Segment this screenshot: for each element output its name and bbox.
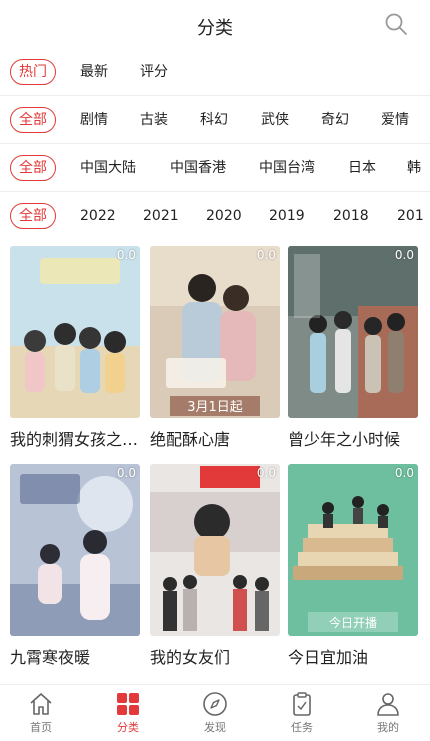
filter-panel: 热门 最新 评分 全部 剧情 古装 科幻 武侠 奇幻 爱情 全部 中国大陆 中国… xyxy=(0,48,430,238)
show-card[interactable]: 0.0 曾少年之小时候 xyxy=(288,246,418,450)
filter-option[interactable]: 日本 xyxy=(348,156,376,180)
filter-row-sort: 热门 最新 评分 xyxy=(0,48,430,96)
show-card[interactable]: 今日开播 0.0 今日宜加油 xyxy=(288,464,418,668)
tab-profile[interactable]: 我的 xyxy=(358,691,418,735)
show-poster[interactable]: 0.0 xyxy=(288,246,418,418)
filter-option[interactable]: 最新 xyxy=(80,60,108,84)
filter-option[interactable]: 全部 xyxy=(10,107,56,133)
show-title[interactable]: 九霄寒夜暖 xyxy=(10,644,140,668)
tab-label: 首页 xyxy=(30,721,52,734)
search-icon[interactable] xyxy=(384,12,408,36)
filter-option[interactable]: 全部 xyxy=(10,203,56,229)
compass-icon xyxy=(203,692,227,716)
bottom-tab-bar: 首页 分类 发现 任务 我的 xyxy=(0,684,430,741)
home-icon xyxy=(30,693,52,715)
show-title[interactable]: 今日宜加油 xyxy=(288,644,418,668)
filter-option[interactable]: 2021 xyxy=(143,204,179,228)
grid-icon xyxy=(117,693,139,715)
score-badge: 0.0 xyxy=(256,466,276,480)
filter-option[interactable]: 武侠 xyxy=(261,108,289,132)
filter-option[interactable]: 2022 xyxy=(80,204,116,228)
header-bar: 分类 xyxy=(0,0,430,52)
tab-home[interactable]: 首页 xyxy=(11,691,71,735)
filter-option[interactable]: 剧情 xyxy=(80,108,108,132)
person-icon xyxy=(377,693,399,716)
filter-option[interactable]: 2019 xyxy=(269,204,305,228)
filter-option[interactable]: 2018 xyxy=(333,204,369,228)
filter-option[interactable]: 科幻 xyxy=(200,108,228,132)
filter-row-year: 全部 2022 2021 2020 2019 2018 201 xyxy=(0,192,430,238)
filter-option[interactable]: 全部 xyxy=(10,155,56,181)
poster-overlay-text: 3月1日起 xyxy=(187,400,243,415)
show-title[interactable]: 曾少年之小时候 xyxy=(288,426,418,450)
score-badge: 0.0 xyxy=(256,248,276,262)
show-card[interactable]: 0.0 我的刺猬女孩之… xyxy=(10,246,140,450)
show-poster[interactable]: 0.0 xyxy=(150,464,280,636)
score-badge: 0.0 xyxy=(394,466,414,480)
score-badge: 0.0 xyxy=(394,248,414,262)
filter-option[interactable]: 奇幻 xyxy=(321,108,349,132)
tab-discover[interactable]: 发现 xyxy=(185,691,245,735)
poster-overlay-text: 今日开播 xyxy=(329,615,377,630)
show-card[interactable]: 0.0 九霄寒夜暖 xyxy=(10,464,140,668)
show-poster[interactable]: 0.0 xyxy=(10,464,140,636)
tab-tasks[interactable]: 任务 xyxy=(272,691,332,735)
score-badge: 0.0 xyxy=(116,466,136,480)
filter-option[interactable]: 201 xyxy=(397,204,424,228)
show-poster[interactable]: 今日开播 0.0 xyxy=(288,464,418,636)
tab-label: 任务 xyxy=(291,721,313,734)
tab-category[interactable]: 分类 xyxy=(98,691,158,735)
tab-label: 分类 xyxy=(117,721,139,734)
show-title[interactable]: 我的刺猬女孩之… xyxy=(10,426,140,450)
show-title[interactable]: 绝配酥心唐 xyxy=(150,426,280,450)
filter-row-genre: 全部 剧情 古装 科幻 武侠 奇幻 爱情 xyxy=(0,96,430,144)
clipboard-icon xyxy=(293,692,311,716)
show-card[interactable]: 3月1日起 0.0 绝配酥心唐 xyxy=(150,246,280,450)
show-poster[interactable]: 0.0 xyxy=(10,246,140,418)
score-badge: 0.0 xyxy=(116,248,136,262)
show-card[interactable]: 0.0 我的女友们 xyxy=(150,464,280,668)
filter-row-region: 全部 中国大陆 中国香港 中国台湾 日本 韩 xyxy=(0,144,430,192)
filter-option[interactable]: 中国香港 xyxy=(170,156,226,180)
filter-option[interactable]: 中国大陆 xyxy=(80,156,136,180)
show-poster[interactable]: 3月1日起 0.0 xyxy=(150,246,280,418)
filter-option[interactable]: 2020 xyxy=(206,204,242,228)
tab-label: 发现 xyxy=(204,721,226,734)
filter-option[interactable]: 评分 xyxy=(140,60,168,84)
filter-option[interactable]: 韩 xyxy=(407,156,421,180)
filter-option[interactable]: 热门 xyxy=(10,59,56,85)
filter-option[interactable]: 古装 xyxy=(140,108,168,132)
filter-option[interactable]: 爱情 xyxy=(381,108,409,132)
filter-option[interactable]: 中国台湾 xyxy=(259,156,315,180)
tab-label: 我的 xyxy=(377,721,399,734)
page-title: 分类 xyxy=(197,18,233,39)
show-title[interactable]: 我的女友们 xyxy=(150,644,280,668)
